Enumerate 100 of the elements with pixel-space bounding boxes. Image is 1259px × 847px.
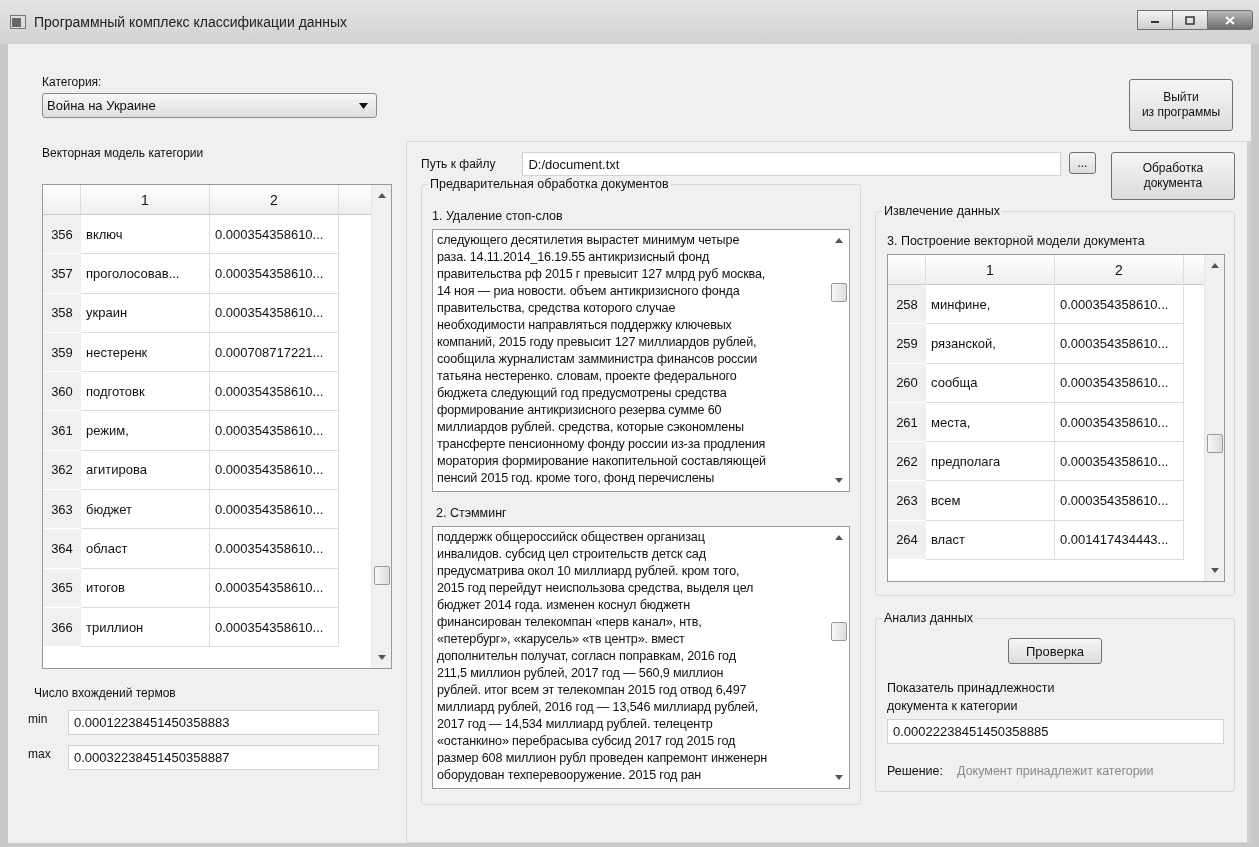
row-header: 362 [43, 450, 81, 491]
file-path-field[interactable]: D:/document.txt [522, 152, 1061, 176]
row-header: 259 [888, 324, 926, 364]
table-cell: 0.000354358610... [1055, 402, 1184, 443]
table-cell: област [81, 529, 210, 569]
table-cell: нестеренк [81, 332, 210, 373]
table-cell: 0.000354358610... [1055, 363, 1184, 403]
table-cell: 0.000354358610... [210, 450, 339, 491]
row-header: 262 [888, 442, 926, 482]
row-header: 258 [888, 285, 926, 325]
table-cell: бюджет [81, 490, 210, 530]
column-header: 2 [210, 185, 339, 215]
category-dropdown[interactable]: Война на Украине [42, 93, 377, 118]
table-cell: всем [926, 481, 1055, 521]
scroll-down-icon [835, 478, 843, 483]
group-title: Предварительная обработка документов [428, 177, 671, 191]
text-area[interactable]: поддержк общероссийск обществен организац инвалидов. субсид цел строительств детск сад предусматрива окол 10 миллиард рублей. кром того, 2015 год перейдут неиспользова средства, выделя цел бюджет 2014 года. изменен коснул бюджетн финансирован телекомпан «перв канал», нтв, «петербург», «карусель» «тв центр». вмест дополнительн получат, согласн поправкам, 2016 год 211,5 миллион рублей, 2017 год — 560,9 миллион рублей. итог всем эт телекомпан 2015 год отвод 6,497 миллиард рублей, 2016 год — 13,546 миллиард рублей, 2017 год — 14,534 миллиард рублей. телецентр «останкино» перебрасыва субсид 2017 год 2015 год размер 608 миллион рубл проведен капремонт инженерн оборудован техперевооружение. 2015 год ран [432, 526, 850, 789]
browse-button[interactable]: ... [1068, 152, 1096, 174]
table-cell: 0.000354358610... [1055, 324, 1184, 364]
scroll-down-icon [377, 655, 386, 660]
exit-button[interactable]: Выйти из программы [1129, 79, 1233, 131]
maximize-icon [1185, 15, 1195, 25]
table-cell: 0.000354358610... [210, 293, 339, 333]
input-field[interactable]: 0.00012238451450358883 [68, 710, 379, 735]
table-cell: 0.000354358610... [1055, 481, 1184, 521]
table-cell: 0.000354358610... [210, 215, 339, 255]
row-header: 260 [888, 363, 926, 403]
scrollbar[interactable] [371, 185, 391, 668]
scroll-up-icon [835, 238, 843, 243]
row-header: 360 [43, 372, 81, 412]
table-cell: 0.000354358610... [1055, 442, 1184, 482]
row-header: 366 [43, 607, 81, 648]
window-title: Программный комплекс классификации данных [34, 14, 348, 30]
table-cell: включ [81, 215, 210, 255]
column-header: 2 [1055, 255, 1184, 285]
scroll-thumb[interactable] [1206, 434, 1223, 453]
score-label: документа к категории [887, 698, 1019, 715]
row-header: 263 [888, 481, 926, 521]
scrollbar[interactable] [1204, 255, 1224, 581]
close-icon [1225, 15, 1235, 25]
row-header: 357 [43, 254, 81, 294]
group-title: Извлечение данных [882, 204, 1002, 218]
table-cell: 0.000354358610... [210, 254, 339, 294]
table-cell: власт [926, 520, 1055, 561]
column-header: 1 [926, 255, 1055, 285]
table-cell: триллион [81, 607, 210, 648]
scroll-thumb[interactable] [831, 283, 847, 302]
table-cell: 0.000708717221... [210, 332, 339, 373]
row-header: 364 [43, 529, 81, 569]
text-area[interactable]: следующего десятилетия вырастет минимум четыре раза. 14.11.2014_16.19.55 антикризисный фонд правительства рф 2015 г превысит 127 млрд руб москва, 14 ноя — риа новости. объем антикризисного фонда правительства, средства которого случае необходимости направляться поддержку ключевых компаний, 2015 году превысит 127 миллиардов рублей, сообщила журналистам замминистра финансов россии татьяна нестеренко. словам, проекте федерального бюджета следующий год предусмотрены средства формирование антикризисного резерва сумме 60 миллиардов рублей. средства, которые сэкономлены трансферте пенсионному фонду россии из-за продления моратория формирование накопительной составляющей пенсий 2015 год. кроме того, фонд перечислены [432, 229, 850, 492]
row-header: 261 [888, 402, 926, 443]
decision-text: Документ принадлежит категории [957, 764, 1154, 778]
table-cell: 0.000354358610... [1055, 285, 1184, 325]
score-field[interactable]: 0.00022238451450358885 [887, 719, 1224, 744]
input-field[interactable]: 0.00032238451450358887 [68, 745, 379, 770]
corner-header [43, 185, 81, 215]
table-cell: минфине, [926, 285, 1055, 325]
row-header: 356 [43, 215, 81, 255]
section-label: 1. Удаление стоп-слов [432, 209, 564, 223]
dropdown-caret-icon [359, 102, 368, 109]
window-icon [10, 15, 26, 29]
row-header: 264 [888, 520, 926, 561]
table-cell: проголосовав... [81, 254, 210, 294]
section-label: 3. Построение векторной модели документа [887, 234, 1146, 248]
row-header: 365 [43, 568, 81, 608]
row-header: 363 [43, 490, 81, 530]
row-header: 361 [43, 411, 81, 451]
table-cell: подготовк [81, 372, 210, 412]
category-model-label: Векторная модель категории [42, 146, 205, 160]
table-cell: рязанской, [926, 324, 1055, 364]
table-cell: 0.000354358610... [210, 568, 339, 608]
field-label: max [28, 746, 52, 761]
table-cell: 0.000354358610... [210, 490, 339, 530]
row-header: 358 [43, 293, 81, 333]
decision-label: Решение: [887, 764, 944, 778]
term-count-label: Число вхождений термов [34, 686, 177, 700]
table-cell: 0.000354358610... [210, 607, 339, 648]
maximize-button[interactable] [1172, 10, 1208, 30]
column-header: 1 [81, 185, 210, 215]
table-cell: 0.001417434443... [1055, 520, 1184, 561]
table-cell: 0.000354358610... [210, 372, 339, 412]
scroll-thumb[interactable] [831, 622, 847, 641]
section-label: 2. Стэмминг [436, 506, 508, 520]
scroll-up-icon [377, 193, 386, 198]
scroll-up-icon [1210, 263, 1219, 268]
table-cell: 0.000354358610... [210, 529, 339, 569]
minimize-button[interactable] [1137, 10, 1173, 30]
table-cell: сообща [926, 363, 1055, 403]
row-header: 359 [43, 332, 81, 373]
scroll-thumb[interactable] [373, 566, 390, 585]
table-cell: места, [926, 402, 1055, 443]
process-button[interactable]: Обработка документа [1110, 152, 1235, 200]
table-cell: 0.000354358610... [210, 411, 339, 451]
table-cell: предполага [926, 442, 1055, 482]
file-path-label: Путь к файлу [421, 157, 497, 171]
scroll-up-icon [835, 535, 843, 540]
table-cell: украин [81, 293, 210, 333]
score-label: Показатель принадлежности [887, 680, 1055, 697]
check-button[interactable]: Проверка [1008, 638, 1102, 664]
close-button[interactable] [1207, 10, 1253, 30]
